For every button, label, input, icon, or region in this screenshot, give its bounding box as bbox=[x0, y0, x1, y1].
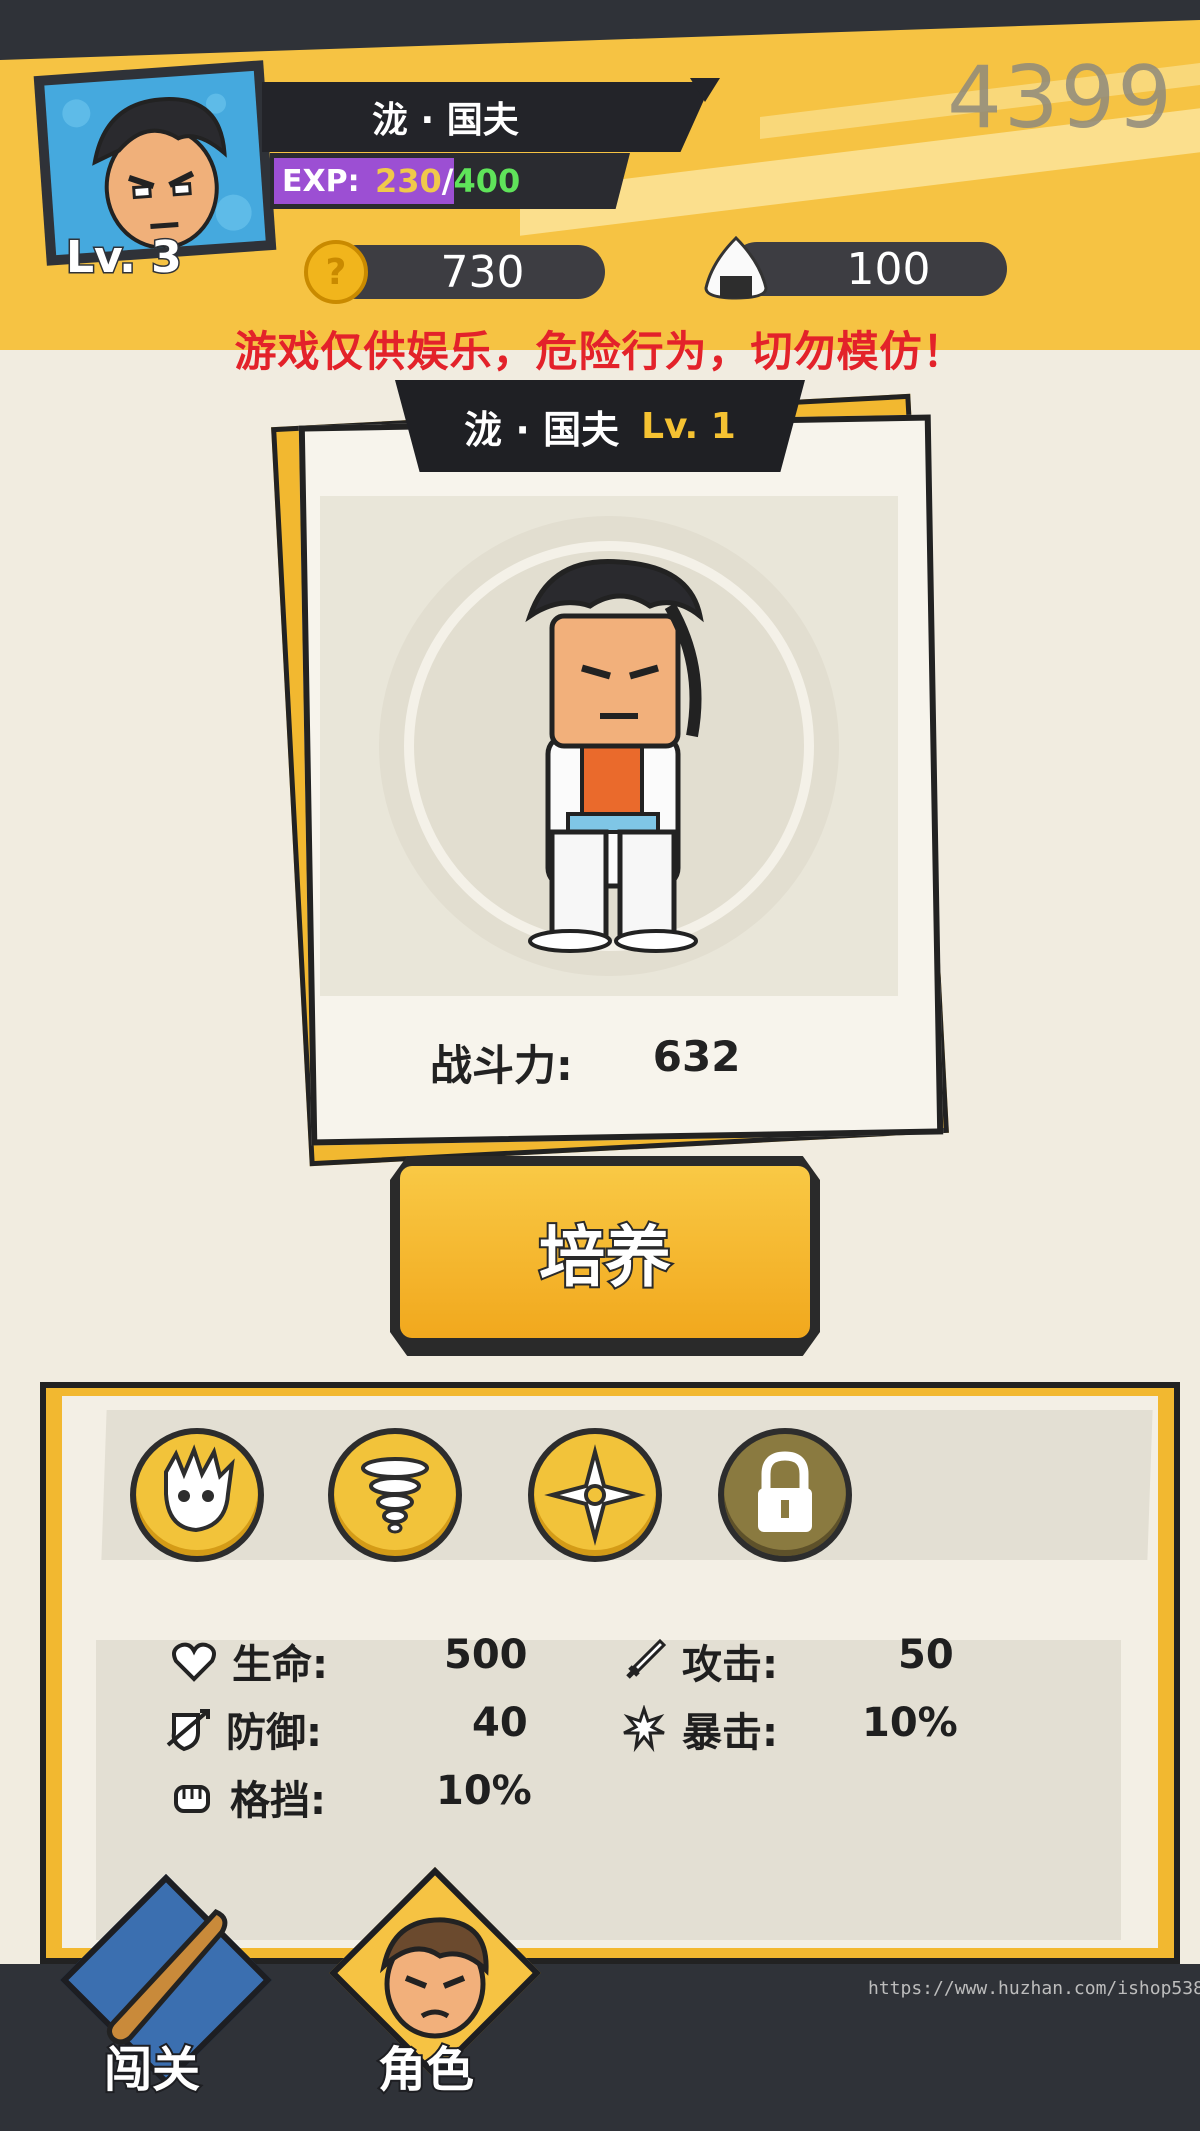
watermark: https://www.huzhan.com/ishop53880 bbox=[868, 1978, 1200, 1999]
coin-icon: ? bbox=[304, 240, 368, 304]
stat-defense-value: 40 bbox=[472, 1700, 528, 1746]
warning-banner: 游戏仅供娱乐，危险行为，切勿模仿！ bbox=[234, 327, 966, 376]
rice-ball-icon bbox=[704, 235, 768, 300]
stat-attack: 攻击: bbox=[620, 1632, 778, 1690]
sword-icon bbox=[626, 1638, 667, 1679]
combat-power: 战斗力: 632 bbox=[430, 1032, 740, 1093]
combat-power-value: 632 bbox=[652, 1032, 741, 1081]
stat-hp-label: 生命: bbox=[232, 1642, 328, 1688]
exp-separator: / bbox=[441, 162, 454, 200]
nav-character[interactable]: 角色 bbox=[328, 1866, 542, 2100]
stat-crit: 暴击: bbox=[620, 1700, 778, 1758]
stat-defense: 防御: bbox=[164, 1700, 322, 1758]
skill-slot-3[interactable] bbox=[528, 1428, 662, 1562]
character-name-banner: 泷 · 国夫 Lv. 1 bbox=[395, 380, 805, 472]
player-face-icon bbox=[62, 93, 252, 250]
stat-hp: 生命: bbox=[170, 1632, 328, 1690]
coin-balance[interactable]: 730 bbox=[330, 245, 605, 299]
cultivate-button-label: 培养 bbox=[400, 1166, 810, 1338]
character-face-icon bbox=[379, 1917, 489, 2039]
character-level: Lv. 1 bbox=[641, 405, 736, 447]
stat-hp-value: 500 bbox=[444, 1632, 528, 1678]
fist-icon bbox=[174, 1785, 210, 1813]
skill-slot-2[interactable] bbox=[328, 1428, 462, 1562]
character-portrait bbox=[320, 496, 898, 996]
combat-power-label: 战斗力: bbox=[430, 1041, 573, 1090]
stat-block-value: 10% bbox=[436, 1768, 532, 1814]
shuriken-icon bbox=[544, 1444, 646, 1546]
stat-attack-label: 攻击: bbox=[682, 1642, 778, 1688]
stat-block-label: 格挡: bbox=[230, 1778, 326, 1824]
tornado-icon bbox=[361, 1457, 429, 1534]
skill-slot-locked[interactable] bbox=[718, 1428, 852, 1562]
exp-max: 400 bbox=[453, 162, 521, 200]
stat-crit-value: 10% bbox=[862, 1700, 958, 1746]
game-logo-text: 4399 bbox=[947, 48, 1174, 148]
heart-icon bbox=[172, 1642, 216, 1682]
stat-defense-label: 防御: bbox=[226, 1710, 322, 1756]
character-name: 泷 · 国夫 bbox=[464, 407, 620, 452]
beast-skull-icon bbox=[164, 1444, 235, 1533]
stat-crit-label: 暴击: bbox=[682, 1710, 778, 1756]
player-name: 泷 · 国夫 bbox=[262, 82, 712, 152]
skill-slot-1[interactable] bbox=[130, 1428, 264, 1562]
stat-block: 格挡: bbox=[168, 1768, 326, 1826]
exp-value: 230 / 400 bbox=[375, 158, 520, 204]
character-sprite-icon bbox=[379, 516, 839, 976]
burst-sword-icon bbox=[623, 1705, 665, 1753]
shield-arrow-icon bbox=[166, 1709, 210, 1752]
nav-stages-label: 闯关 bbox=[102, 2040, 202, 2100]
baseball-bat-icon bbox=[106, 1909, 228, 2045]
stat-attack-value: 50 bbox=[898, 1632, 954, 1678]
exp-current: 230 bbox=[375, 162, 442, 200]
cultivate-button[interactable]: 培养 bbox=[390, 1156, 820, 1356]
nav-character-label: 角色 bbox=[376, 2040, 476, 2100]
nav-stages[interactable]: 闯关 bbox=[59, 1873, 273, 2100]
lock-icon bbox=[758, 1451, 812, 1532]
player-level: Lv. 3 bbox=[65, 231, 184, 285]
